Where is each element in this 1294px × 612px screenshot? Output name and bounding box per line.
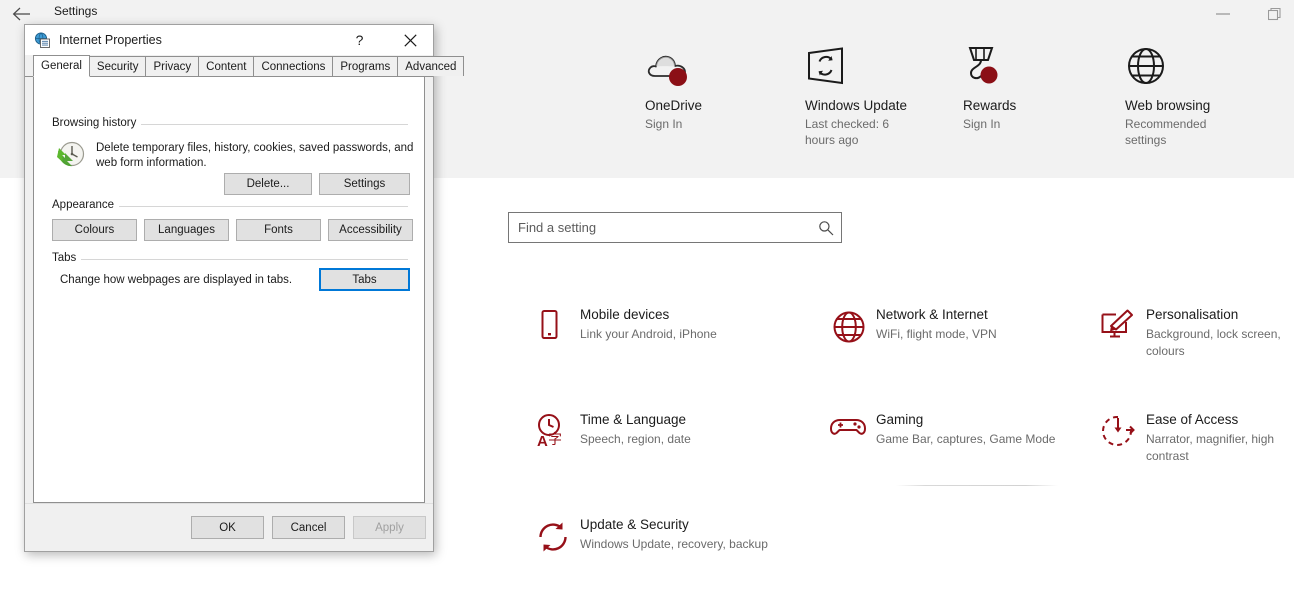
- category-title: Ease of Access: [1146, 412, 1239, 427]
- category-personalisation[interactable]: Personalisation Background, lock screen,…: [1100, 306, 1290, 360]
- category-subtitle: Narrator, magnifier, high contrast: [1146, 432, 1275, 463]
- tab-advanced[interactable]: Advanced: [397, 56, 465, 76]
- accessibility-button[interactable]: Accessibility: [328, 219, 413, 241]
- onedrive-cloud-icon: [645, 45, 815, 93]
- category-title: Time & Language: [580, 412, 687, 427]
- apply-button: Apply: [353, 516, 426, 539]
- tile-title: OneDrive: [645, 98, 703, 113]
- rewards-medal-icon: [963, 45, 1133, 93]
- group-label: Appearance: [52, 199, 120, 211]
- category-title: Update & Security: [580, 517, 689, 532]
- group-divider: [52, 259, 408, 260]
- category-time-language[interactable]: A 字 Time & Language Speech, region, date: [534, 411, 804, 455]
- category-title: Gaming: [876, 412, 924, 427]
- tabs-button[interactable]: Tabs: [319, 268, 410, 291]
- category-title: Network & Internet: [876, 307, 988, 322]
- settings-titlebar: Settings: [0, 0, 1294, 27]
- globe-icon: [1125, 45, 1294, 93]
- network-globe-icon: [830, 306, 876, 350]
- cancel-button[interactable]: Cancel: [272, 516, 345, 539]
- grid-divider: [896, 485, 1058, 486]
- gamepad-icon: [830, 411, 876, 455]
- tab-content[interactable]: Content: [198, 56, 255, 76]
- help-button[interactable]: ?: [342, 25, 377, 55]
- search-icon[interactable]: [811, 220, 841, 236]
- category-ease-of-access[interactable]: Ease of Access Narrator, magnifier, high…: [1100, 411, 1290, 465]
- tile-title: Web browsing: [1125, 98, 1211, 113]
- category-network-internet[interactable]: Network & Internet WiFi, flight mode, VP…: [830, 306, 1095, 350]
- tab-connections[interactable]: Connections: [253, 56, 334, 76]
- svg-text:A: A: [537, 433, 548, 450]
- tab-programs[interactable]: Programs: [332, 56, 399, 76]
- group-label: Browsing history: [52, 117, 142, 129]
- phone-icon: [534, 306, 580, 350]
- tile-title: Rewards: [963, 98, 1017, 113]
- category-subtitle: WiFi, flight mode, VPN: [876, 327, 997, 341]
- dialog-titlebar: Internet Properties ?: [25, 25, 433, 55]
- tab-privacy[interactable]: Privacy: [145, 56, 200, 76]
- dialog-tabstrip: General Security Privacy Content Connect…: [25, 55, 465, 77]
- category-title: Mobile devices: [580, 307, 670, 322]
- fonts-button[interactable]: Fonts: [236, 219, 321, 241]
- tile-onedrive[interactable]: OneDrive Sign In: [645, 45, 815, 132]
- category-subtitle: Game Bar, captures, Game Mode: [876, 432, 1056, 446]
- tile-subtitle: Sign In: [645, 117, 683, 131]
- category-subtitle: Speech, region, date: [580, 432, 691, 446]
- tile-title: Windows Update: [805, 98, 908, 113]
- dialog-title: Internet Properties: [59, 33, 162, 47]
- colours-button[interactable]: Colours: [52, 219, 137, 241]
- category-subtitle: Background, lock screen, colours: [1146, 327, 1281, 358]
- category-update-security[interactable]: Update & Security Windows Update, recove…: [534, 516, 804, 560]
- restore-icon[interactable]: [1253, 0, 1294, 27]
- minimize-icon[interactable]: [1200, 0, 1245, 27]
- svg-text:字: 字: [548, 432, 562, 448]
- delete-button[interactable]: Delete...: [224, 173, 312, 195]
- browsing-history-description: Delete temporary files, history, cookies…: [96, 142, 414, 169]
- tab-security[interactable]: Security: [88, 56, 147, 76]
- ease-of-access-icon: [1100, 411, 1146, 455]
- category-title: Personalisation: [1146, 307, 1239, 322]
- search-input-placeholder: Find a setting: [518, 220, 597, 235]
- tile-rewards[interactable]: Rewards Sign In: [963, 45, 1133, 132]
- tile-subtitle: Last checked: 6 hours ago: [805, 117, 890, 147]
- internet-properties-icon: [34, 31, 52, 49]
- category-subtitle: Windows Update, recovery, backup: [580, 537, 768, 551]
- browsing-history-clock-icon: [56, 139, 86, 174]
- tab-general[interactable]: General: [33, 55, 90, 77]
- tile-subtitle: Recommended settings: [1125, 117, 1207, 147]
- dialog-page-general: Browsing history Delete temporary files,…: [33, 77, 425, 503]
- screen: Settings OneDrive Sign In Windows Update…: [0, 0, 1294, 612]
- windows-update-sync-icon: [805, 45, 975, 93]
- dialog-footer: OK Cancel Apply: [25, 503, 433, 551]
- close-icon[interactable]: [387, 25, 433, 55]
- languages-button[interactable]: Languages: [144, 219, 229, 241]
- category-mobile-devices[interactable]: Mobile devices Link your Android, iPhone: [534, 306, 804, 350]
- time-language-icon: A 字: [534, 411, 580, 455]
- update-security-icon: [534, 516, 580, 560]
- category-gaming[interactable]: Gaming Game Bar, captures, Game Mode: [830, 411, 1095, 455]
- group-label: Tabs: [52, 252, 82, 264]
- internet-properties-dialog: Internet Properties ? General Security P…: [24, 24, 465, 552]
- personalisation-brush-icon: [1100, 306, 1146, 350]
- tile-web-browsing[interactable]: Web browsing Recommended settings: [1125, 45, 1294, 148]
- back-arrow-icon[interactable]: [2, 0, 40, 27]
- ok-button[interactable]: OK: [191, 516, 264, 539]
- tabs-description: Change how webpages are displayed in tab…: [60, 274, 293, 286]
- settings-window-title: Settings: [54, 4, 98, 18]
- tile-subtitle: Sign In: [963, 117, 1001, 131]
- settings-button[interactable]: Settings: [319, 173, 410, 195]
- search-input[interactable]: Find a setting: [508, 212, 842, 243]
- tile-windows-update[interactable]: Windows Update Last checked: 6 hours ago: [805, 45, 975, 148]
- category-subtitle: Link your Android, iPhone: [580, 327, 717, 341]
